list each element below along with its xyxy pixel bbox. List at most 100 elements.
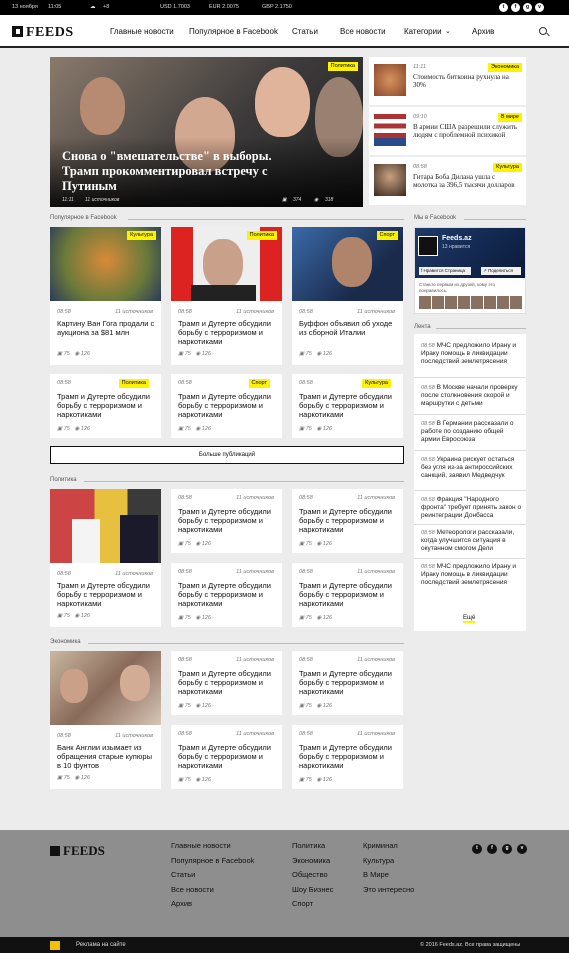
news-card[interactable]: 08:58 11 источников Трамп и Дутерте обсу… — [171, 725, 282, 789]
news-card[interactable]: 08:58 Культура Трамп и Дутерте обсудили … — [292, 374, 403, 438]
card-title[interactable]: Буффон объявил об уходе из сборной Итали… — [299, 319, 399, 337]
footer-link[interactable]: Статьи — [171, 868, 254, 883]
feed-item[interactable]: 08:58 МЧС предложило Ирану и Ираку помощ… — [421, 563, 523, 587]
news-card[interactable]: 08:58 11 источников Трамп и Дутерте обсу… — [50, 489, 161, 627]
side-news-title[interactable]: Гитара Боба Дилана ушла с молотка за 396… — [413, 173, 521, 189]
news-card[interactable]: 08:58 11 источников Трамп и Дутерте обсу… — [171, 651, 282, 715]
footer-link[interactable]: Политика — [292, 839, 333, 854]
side-news-tag[interactable]: Экономика — [487, 63, 522, 72]
side-news-title[interactable]: Стоимость биткоина рухнула на 30% — [413, 73, 521, 89]
divider — [414, 524, 526, 525]
search-icon[interactable] — [539, 27, 547, 35]
footer-link[interactable]: Спорт — [292, 897, 333, 912]
vk-icon[interactable]: v — [517, 844, 527, 854]
footer-link[interactable]: Общество — [292, 868, 333, 883]
news-card[interactable]: 08:58 Спорт Трамп и Дутерте обсудили бор… — [171, 374, 282, 438]
news-card[interactable]: 08:58 11 источников Трамп и Дутерте обсу… — [171, 489, 282, 553]
nav-archive[interactable]: Архив — [472, 27, 494, 36]
google-plus-icon[interactable]: g — [502, 844, 512, 854]
card-title[interactable]: Трамп и Дутерте обсудили борьбу с террор… — [57, 581, 157, 608]
eye-icon: ◉ — [195, 351, 201, 357]
footer-link[interactable]: Популярное в Facebook — [171, 854, 254, 869]
hero-title[interactable]: Снова о "вмешательстве" в выборы. Трамп … — [62, 149, 287, 194]
feed-item[interactable]: 08:58 Украина рискует остаться без угля … — [421, 456, 523, 480]
footer-link[interactable]: Это интересно — [363, 883, 414, 898]
news-card[interactable]: 08:58 11 источников Трамп и Дутерте обсу… — [171, 563, 282, 627]
twitter-icon[interactable]: t — [499, 3, 508, 12]
news-card[interactable]: 08:58 11 источников Трамп и Дутерте обсу… — [292, 725, 403, 789]
card-title[interactable]: Трамп и Дутерте обсудили борьбу с террор… — [299, 581, 399, 608]
card-title[interactable]: Трамп и Дутерте обсудили борьбу с террор… — [299, 507, 399, 534]
side-news-item[interactable]: Экономика 11:11 Стоимость биткоина рухну… — [369, 57, 526, 105]
footer-link[interactable]: Криминал — [363, 839, 414, 854]
news-card[interactable]: Культура 08:58 11 источников Картину Ван… — [50, 227, 161, 365]
fb-share-button[interactable]: ↗ Поделиться — [481, 267, 521, 275]
view-count: 126 — [201, 351, 211, 357]
feed-item[interactable]: 08:58 Фракция "Народного фронта" требует… — [421, 496, 523, 520]
nav-articles[interactable]: Статьи — [292, 27, 318, 36]
footer-link[interactable]: Архив — [171, 897, 254, 912]
card-tag[interactable]: Культура — [127, 231, 156, 240]
feed-item[interactable]: 08:58 МЧС предложило Ирану и Ираку помощ… — [421, 342, 523, 366]
footer-logo[interactable]: FEEDS — [50, 843, 105, 859]
footer-link[interactable]: Экономика — [292, 854, 333, 869]
card-title[interactable]: Трамп и Дутерте обсудили борьбу с террор… — [299, 743, 399, 770]
side-news-item[interactable]: В мире 09:10 В армии США разрешили служи… — [369, 107, 526, 155]
chevron-down-icon[interactable]: ⌄ — [445, 27, 451, 35]
more-publications-button[interactable]: Больше публикаций — [50, 446, 404, 464]
footer-link[interactable]: В Мире — [363, 868, 414, 883]
vk-icon[interactable]: v — [535, 3, 544, 12]
news-card[interactable]: 08:58 11 источников Трамп и Дутерте обсу… — [292, 651, 403, 715]
footer-link[interactable]: Главные новости — [171, 839, 254, 854]
nav-popular-fb[interactable]: Популярное в Facebook — [189, 27, 278, 36]
card-title[interactable]: Картину Ван Гога продали с аукциона за $… — [57, 319, 157, 337]
news-card[interactable]: 08:58 11 источников Трамп и Дутерте обсу… — [292, 489, 403, 553]
news-card[interactable]: 08:58 11 источников Банк Англии изымает … — [50, 651, 161, 789]
footer-link[interactable]: Шоу Бизнес — [292, 883, 333, 898]
facebook-icon[interactable]: f — [487, 844, 497, 854]
card-tag[interactable]: Культура — [362, 379, 391, 388]
logo[interactable]: FEEDS — [12, 25, 74, 41]
card-title[interactable]: Трамп и Дутерте обсудили борьбу с террор… — [178, 319, 278, 346]
card-tag[interactable]: Политика — [246, 231, 277, 240]
google-plus-icon[interactable]: g — [523, 3, 532, 12]
side-news-tag[interactable]: В мире — [497, 113, 522, 122]
hero-tag[interactable]: Политика — [327, 62, 358, 71]
card-image — [50, 489, 161, 563]
side-news-item[interactable]: Культура 08:58 Гитара Боба Дилана ушла с… — [369, 157, 526, 205]
card-title[interactable]: Трамп и Дутерте обсудили борьбу с террор… — [178, 743, 278, 770]
card-title[interactable]: Банк Англии изымает из обращения старые … — [57, 743, 157, 770]
card-title[interactable]: Трамп и Дутерте обсудили борьбу с террор… — [178, 392, 278, 419]
side-news-tag[interactable]: Культура — [493, 163, 522, 172]
feed-more-link[interactable]: Ещё — [463, 615, 476, 623]
facebook-icon[interactable]: f — [511, 3, 520, 12]
footer-link[interactable]: Культура — [363, 854, 414, 869]
card-title[interactable]: Трамп и Дутерте обсудили борьбу с террор… — [299, 669, 399, 696]
card-title[interactable]: Трамп и Дутерте обсудили борьбу с террор… — [178, 581, 278, 608]
side-news-title[interactable]: В армии США разрешили служить людям с пр… — [413, 123, 521, 139]
news-card[interactable]: Спорт 08:58 11 источников Буффон объявил… — [292, 227, 403, 365]
feed-item[interactable]: 08:58 Метеорологи рассказали, когда улуч… — [421, 529, 523, 553]
news-card[interactable]: 08:58 Политика Трамп и Дутерте обсудили … — [50, 374, 161, 438]
news-card[interactable]: Политика 08:58 11 источников Трамп и Дут… — [171, 227, 282, 365]
fb-page-name[interactable]: Feeds.az — [442, 235, 472, 242]
card-tag[interactable]: Политика — [118, 379, 149, 388]
card-title[interactable]: Трамп и Дутерте обсудили борьбу с террор… — [178, 507, 278, 534]
feed-item[interactable]: 08:58 В Германии рассказали о работе по … — [421, 420, 523, 444]
card-title[interactable]: Трамп и Дутерте обсудили борьбу с террор… — [57, 392, 157, 419]
hero-article[interactable]: Политика Снова о "вмешательстве" в выбор… — [50, 57, 363, 207]
card-title[interactable]: Трамп и Дутерте обсудили борьбу с террор… — [178, 669, 278, 696]
news-card[interactable]: 08:58 11 источников Трамп и Дутерте обсу… — [292, 563, 403, 627]
facebook-widget[interactable]: Feeds.az 13 нравится f Нравится Страница… — [414, 227, 526, 314]
card-tag[interactable]: Спорт — [376, 231, 398, 240]
nav-all-news[interactable]: Все новости — [340, 27, 386, 36]
footer-link[interactable]: Все новости — [171, 883, 254, 898]
nav-main-news[interactable]: Главные новости — [110, 27, 174, 36]
ad-link[interactable]: Реклама на сайте — [76, 937, 126, 953]
fb-like-button[interactable]: f Нравится Страница — [419, 267, 471, 275]
card-title[interactable]: Трамп и Дутерте обсудили борьбу с террор… — [299, 392, 399, 419]
twitter-icon[interactable]: t — [472, 844, 482, 854]
feed-item[interactable]: 08:58 В Москве начали проверку после сто… — [421, 384, 523, 408]
card-tag[interactable]: Спорт — [248, 379, 270, 388]
nav-categories[interactable]: Категории — [404, 27, 442, 36]
